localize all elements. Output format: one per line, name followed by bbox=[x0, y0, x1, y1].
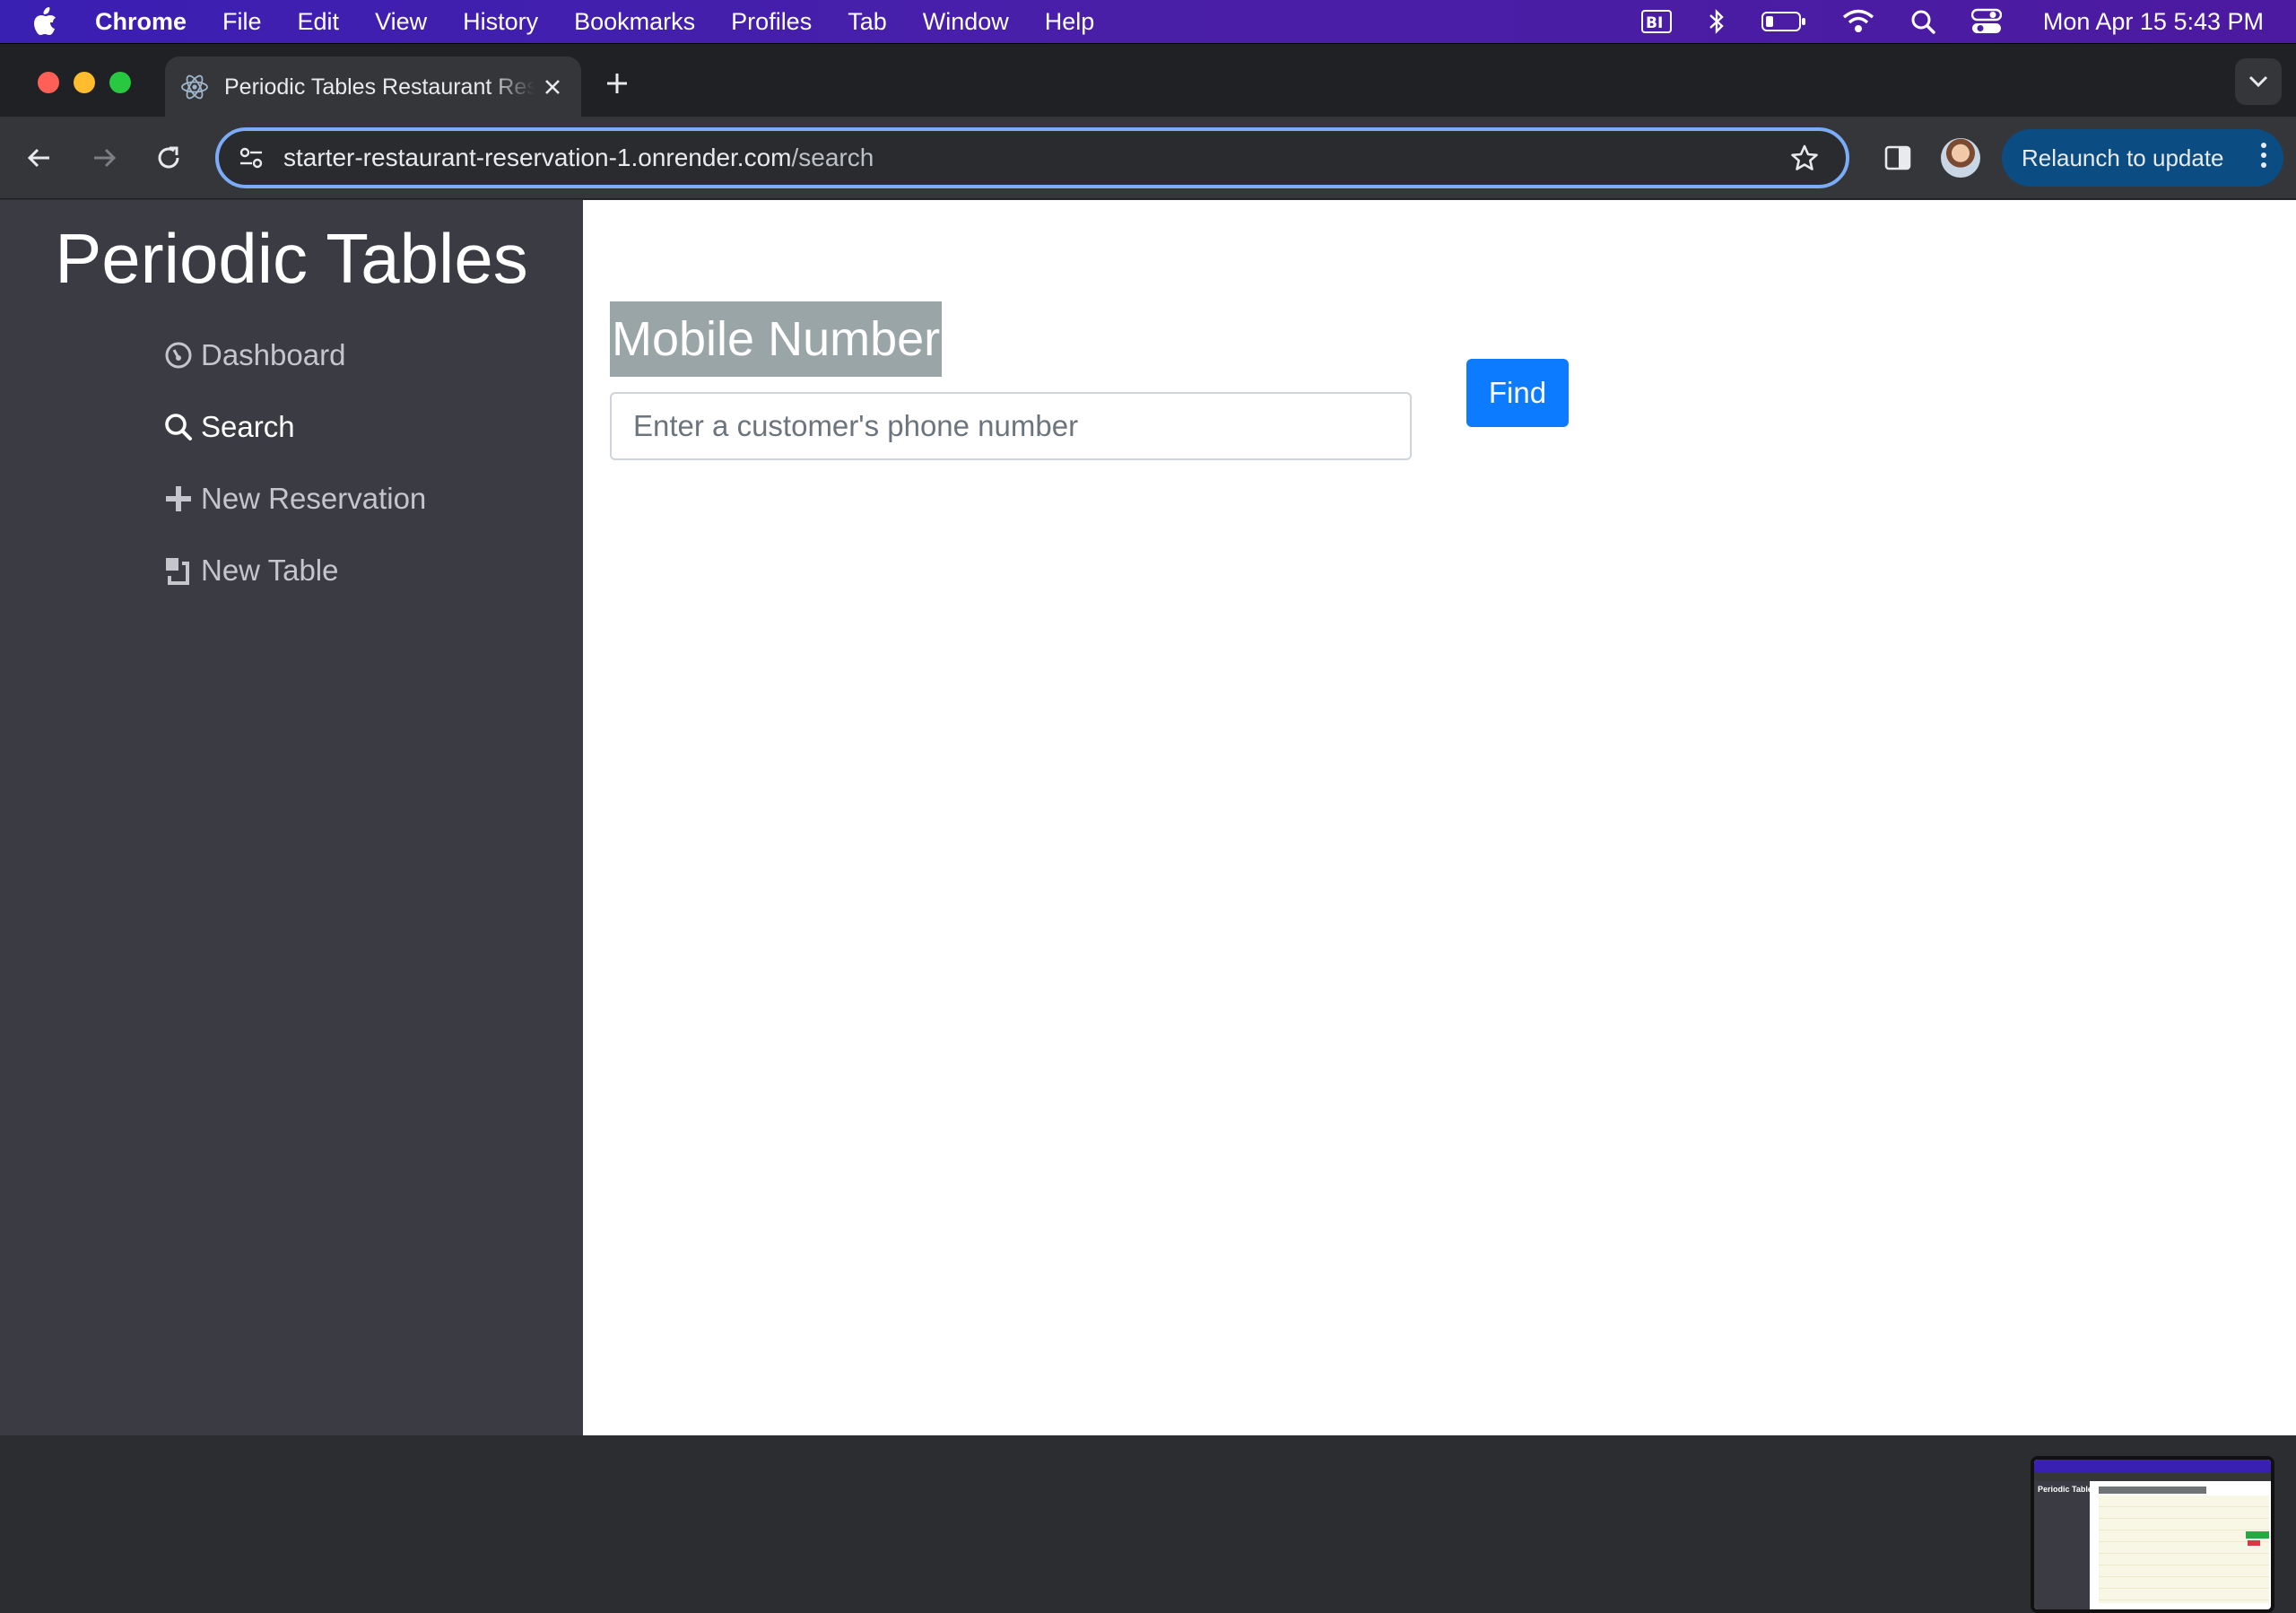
control-center-icon[interactable] bbox=[1970, 8, 2002, 35]
dashboard-icon bbox=[163, 340, 194, 371]
wifi-icon[interactable] bbox=[1842, 9, 1874, 34]
window-close-button[interactable] bbox=[38, 72, 59, 93]
sidebar-item-search[interactable]: Search bbox=[163, 410, 295, 444]
bluetooth-icon[interactable] bbox=[1708, 8, 1726, 35]
address-bar[interactable]: starter-restaurant-reservation-1.onrende… bbox=[215, 127, 1849, 188]
menu-app-name[interactable]: Chrome bbox=[95, 8, 187, 36]
sidebar-item-label: Dashboard bbox=[201, 338, 346, 371]
more-menu-icon[interactable] bbox=[2260, 142, 2267, 174]
sidebar-item-new-reservation[interactable]: New Reservation bbox=[163, 482, 426, 516]
thumbnail-green-button bbox=[2246, 1531, 2269, 1539]
menu-file[interactable]: File bbox=[222, 8, 262, 36]
plus-icon bbox=[163, 484, 194, 514]
find-button[interactable]: Find bbox=[1466, 359, 1569, 427]
window-minimize-button[interactable] bbox=[74, 72, 95, 93]
url-text[interactable]: starter-restaurant-reservation-1.onrende… bbox=[283, 144, 874, 172]
thumbnail-brand: Periodic Tables bbox=[2038, 1485, 2097, 1494]
macos-menu-bar: Chrome File Edit View History Bookmarks … bbox=[0, 0, 2296, 43]
window-zoom-button[interactable] bbox=[109, 72, 131, 93]
forward-arrow-icon[interactable] bbox=[83, 136, 126, 179]
relaunch-label: Relaunch to update bbox=[2022, 144, 2224, 171]
sidebar-item-label: Search bbox=[201, 410, 295, 443]
thumbnail-toolbar bbox=[2034, 1472, 2271, 1481]
bookmark-star-icon[interactable] bbox=[1785, 138, 1824, 178]
menu-view[interactable]: View bbox=[375, 8, 427, 36]
tab-close-icon[interactable] bbox=[535, 69, 570, 105]
tab-title: Periodic Tables Restaurant Reservation bbox=[224, 74, 535, 100]
react-favicon-icon bbox=[179, 72, 210, 102]
menu-history[interactable]: History bbox=[463, 8, 538, 36]
brand-title[interactable]: Periodic Tables bbox=[0, 218, 583, 300]
sidebar-item-new-table[interactable]: New Table bbox=[163, 554, 338, 588]
mobile-number-label: Mobile Number bbox=[610, 301, 943, 377]
profile-avatar[interactable] bbox=[1941, 138, 1980, 178]
sidebar-item-label: New Table bbox=[201, 554, 339, 587]
table-icon bbox=[163, 555, 194, 586]
phone-number-input[interactable] bbox=[610, 392, 1412, 460]
thumbnail-sidebar bbox=[2034, 1481, 2090, 1609]
side-panel-icon[interactable] bbox=[1876, 136, 1919, 179]
relaunch-to-update-button[interactable]: Relaunch to update bbox=[2002, 129, 2283, 187]
browser-tab-active[interactable]: Periodic Tables Restaurant Reservation bbox=[165, 57, 581, 118]
bi-icon[interactable]: BI bbox=[1640, 10, 1672, 33]
menu-help[interactable]: Help bbox=[1045, 8, 1095, 36]
menu-profiles[interactable]: Profiles bbox=[731, 8, 812, 36]
search-main-content: Mobile Number Find bbox=[583, 200, 2296, 1435]
site-info-icon[interactable] bbox=[231, 138, 271, 178]
thumbnail-table bbox=[2099, 1495, 2269, 1603]
thumbnail-menubar bbox=[2034, 1460, 2271, 1472]
search-icon bbox=[163, 412, 194, 442]
new-tab-button[interactable] bbox=[599, 65, 635, 101]
sidebar-item-dashboard[interactable]: Dashboard bbox=[163, 338, 345, 372]
back-arrow-icon[interactable] bbox=[18, 136, 61, 179]
apple-icon[interactable] bbox=[32, 7, 83, 36]
screenshot-thumbnail-preview[interactable]: Periodic Tables bbox=[2031, 1456, 2274, 1613]
browser-toolbar: starter-restaurant-reservation-1.onrende… bbox=[0, 117, 2296, 199]
menu-window[interactable]: Window bbox=[923, 8, 1009, 36]
spotlight-icon[interactable] bbox=[1910, 9, 1935, 34]
sidebar-item-label: New Reservation bbox=[201, 482, 427, 515]
web-page: Periodic Tables Dashboard Search New Res… bbox=[0, 200, 2296, 1613]
sidebar: Periodic Tables Dashboard Search New Res… bbox=[0, 200, 583, 1435]
svg-text:BI: BI bbox=[1646, 14, 1663, 32]
menu-tab[interactable]: Tab bbox=[848, 8, 887, 36]
thumbnail-heading bbox=[2099, 1487, 2206, 1494]
menu-edit[interactable]: Edit bbox=[298, 8, 340, 36]
browser-tab-strip: Periodic Tables Restaurant Reservation bbox=[0, 43, 2296, 118]
url-host: starter-restaurant-reservation-1.onrende… bbox=[283, 144, 792, 171]
url-path: /search bbox=[791, 144, 874, 171]
tab-search-button[interactable] bbox=[2235, 58, 2282, 105]
thumbnail-red-button bbox=[2248, 1540, 2260, 1546]
reload-icon[interactable] bbox=[147, 136, 190, 179]
menu-bookmarks[interactable]: Bookmarks bbox=[574, 8, 695, 36]
battery-icon[interactable] bbox=[1761, 11, 1806, 32]
menubar-clock[interactable]: Mon Apr 15 5:43 PM bbox=[2043, 8, 2264, 36]
